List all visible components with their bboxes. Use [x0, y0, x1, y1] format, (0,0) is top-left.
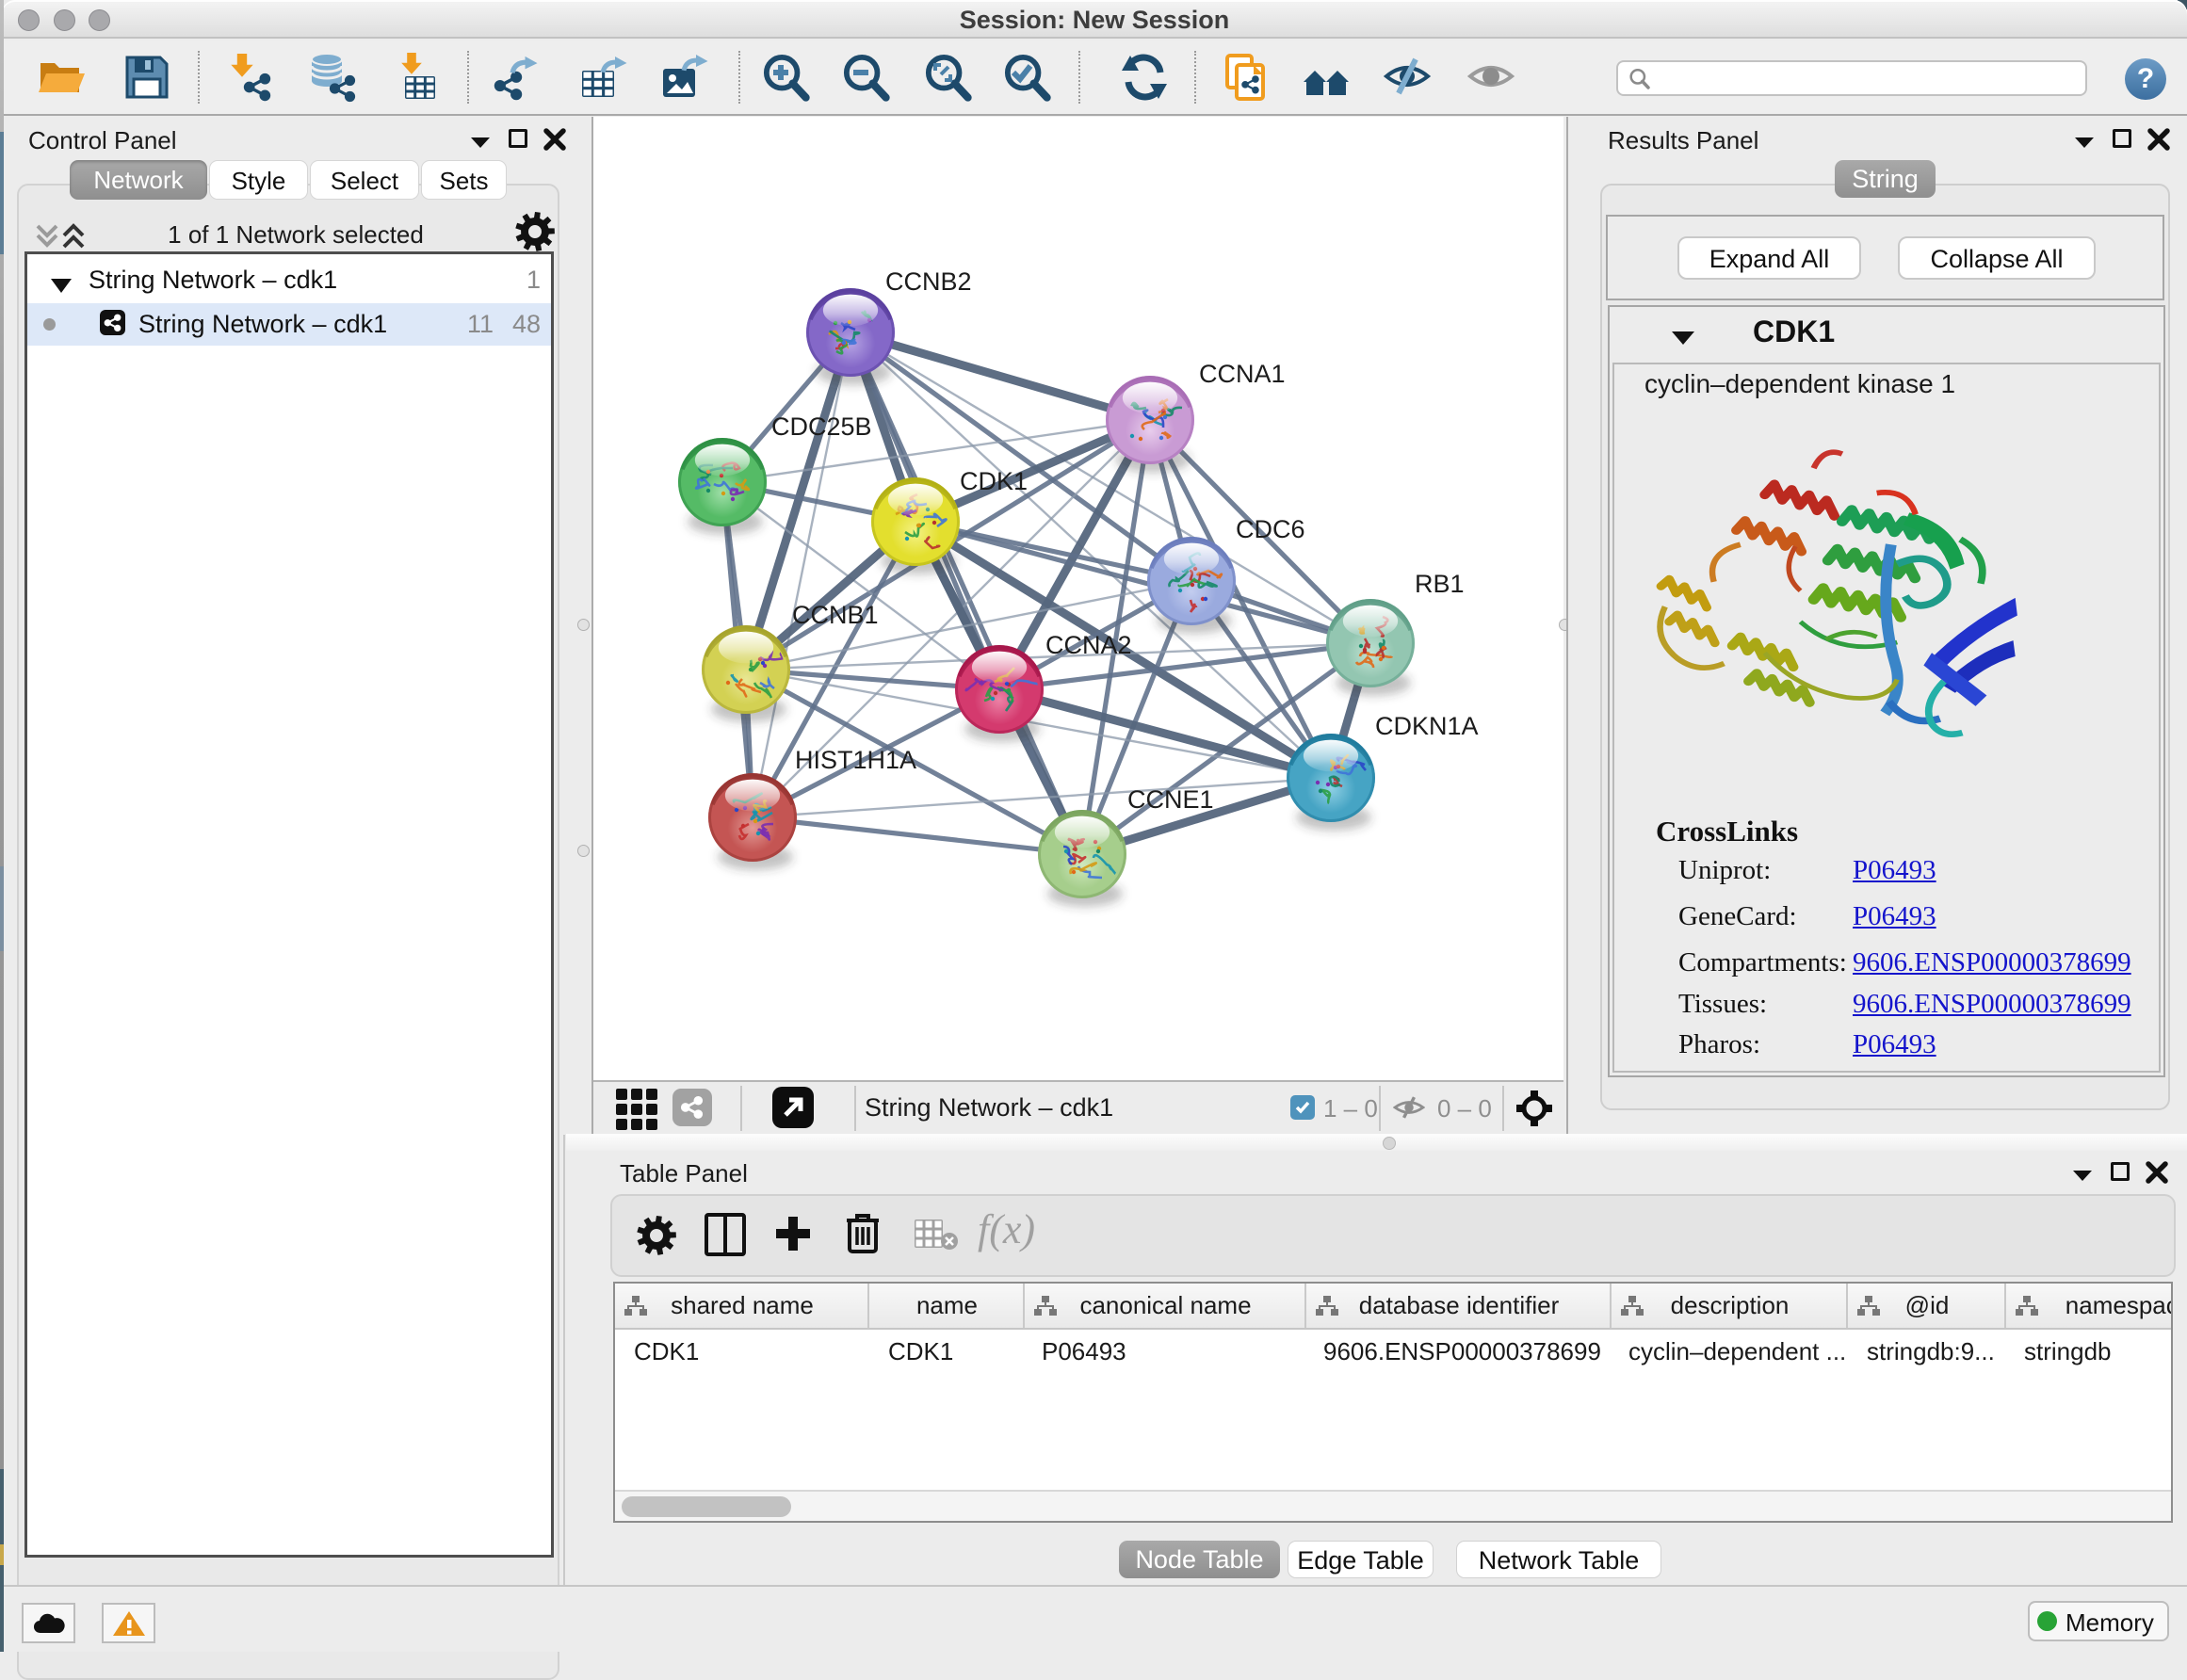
- svg-text:RB1: RB1: [1415, 570, 1465, 598]
- svg-text:CCNE1: CCNE1: [1127, 785, 1214, 814]
- svg-text:CDC6: CDC6: [1236, 515, 1305, 543]
- svg-text:CDKN1A: CDKN1A: [1375, 712, 1479, 740]
- svg-text:CCNA2: CCNA2: [1045, 631, 1132, 659]
- svg-text:HIST1H1A: HIST1H1A: [795, 746, 916, 774]
- svg-text:CCNA1: CCNA1: [1199, 360, 1286, 388]
- svg-text:CCNB1: CCNB1: [792, 601, 879, 629]
- svg-text:CDK1: CDK1: [960, 467, 1028, 495]
- svg-text:CCNB2: CCNB2: [885, 267, 972, 296]
- svg-text:CDC25B: CDC25B: [771, 412, 872, 441]
